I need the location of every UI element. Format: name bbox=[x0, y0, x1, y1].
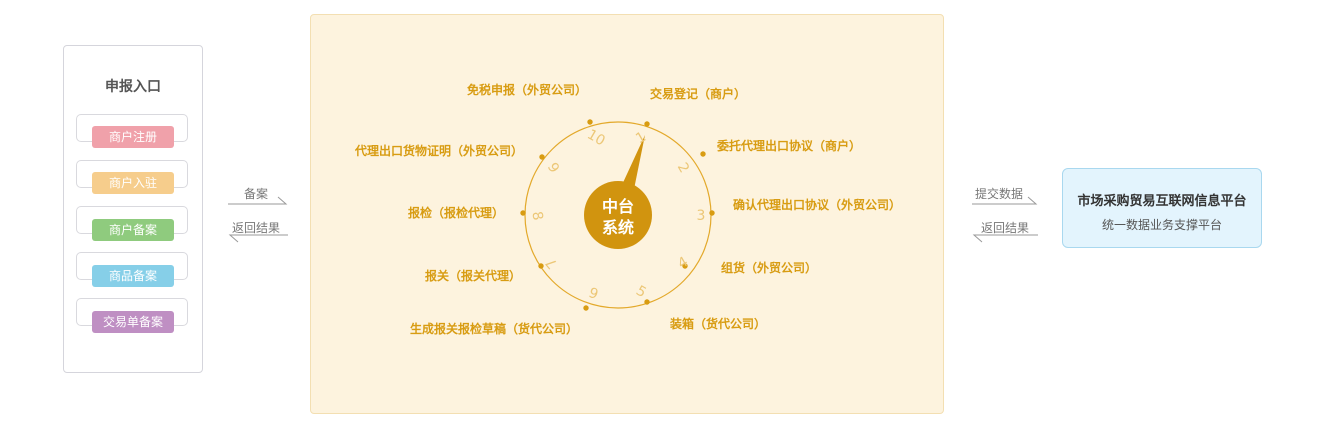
step-label: 装箱（货代公司） bbox=[669, 316, 766, 331]
right-arrow-icon bbox=[972, 196, 1038, 205]
step-marker bbox=[644, 121, 650, 127]
platform-title: 市场采购贸易互联网信息平台 bbox=[1077, 194, 1247, 209]
step-label: 组货（外贸公司） bbox=[721, 260, 817, 275]
step-number: 7 bbox=[543, 254, 561, 271]
left-arrow-icon bbox=[972, 234, 1038, 243]
step-number: 10 bbox=[584, 127, 607, 150]
step-marker bbox=[520, 210, 526, 216]
step-number: 8 bbox=[528, 210, 545, 222]
step-label: 报关（报关代理） bbox=[425, 268, 521, 283]
step-number: 6 bbox=[587, 283, 601, 301]
step-marker bbox=[539, 154, 545, 160]
step-label: 报检（报检代理） bbox=[408, 205, 504, 220]
hub-label-line1: 中台 bbox=[602, 197, 634, 216]
hub-label-line2: 系统 bbox=[602, 218, 634, 237]
step-marker bbox=[583, 305, 589, 311]
step-label: 生成报关报检草稿（货代公司） bbox=[410, 321, 578, 336]
trade-info-platform-box: 市场采购贸易互联网信息平台 统一数据业务支撑平台 bbox=[1062, 168, 1262, 248]
step-marker bbox=[587, 119, 593, 125]
step-number: 5 bbox=[633, 283, 649, 301]
step-label: 代理出口货物证明（外贸公司） bbox=[354, 143, 523, 158]
step-marker bbox=[709, 210, 715, 216]
step-label: 确认代理出口协议（外贸公司） bbox=[733, 197, 901, 212]
step-number: 4 bbox=[675, 254, 691, 272]
step-number: 3 bbox=[697, 208, 706, 224]
step-label: 委托代理出口协议（商户） bbox=[716, 138, 861, 153]
step-number: 9 bbox=[544, 160, 562, 176]
step-marker bbox=[644, 299, 650, 305]
step-number: 1 bbox=[633, 129, 649, 147]
step-label: 交易登记（商户） bbox=[650, 86, 746, 101]
step-label: 免税申报（外贸公司） bbox=[467, 82, 587, 97]
platform-subtitle: 统一数据业务支撑平台 bbox=[1101, 218, 1222, 232]
step-marker bbox=[700, 151, 706, 157]
step-number: 2 bbox=[674, 160, 692, 176]
